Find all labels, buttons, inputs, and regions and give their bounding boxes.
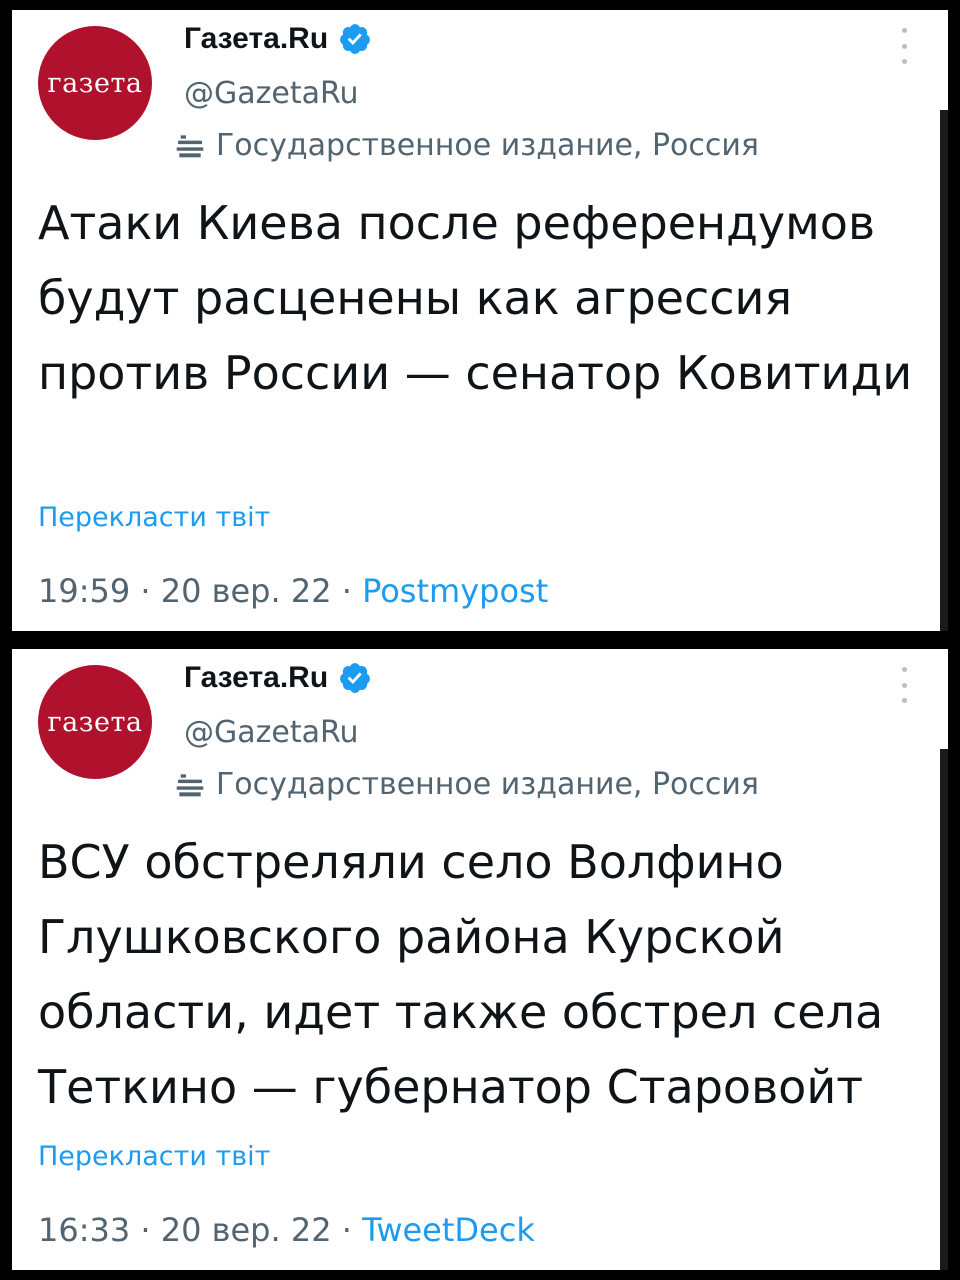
more-options-icon[interactable] (896, 28, 912, 64)
tweet-date[interactable]: 20 вер. 22 (161, 572, 332, 610)
author-handle[interactable]: @GazetaRu (184, 715, 359, 750)
translate-tweet-link[interactable]: Перекласти твіт (38, 1141, 270, 1172)
tweet-source-link[interactable]: TweetDeck (362, 1211, 535, 1249)
tweet-date[interactable]: 20 вер. 22 (161, 1211, 332, 1249)
author-name-row: Газета.Ru (184, 661, 372, 695)
meta-separator: · (140, 1211, 151, 1249)
government-building-icon (176, 134, 204, 157)
tweet-time[interactable]: 19:59 (38, 572, 130, 610)
scrollbar[interactable] (940, 749, 948, 1270)
avatar-logo-text: газета (47, 67, 143, 99)
verified-badge-icon (340, 663, 371, 693)
account-label: Государственное издание, Россия (174, 767, 759, 802)
tweet-meta: 16:33 · 20 вер. 22 · TweetDeck (38, 1211, 535, 1249)
author-name-row: Газета.Ru (184, 22, 372, 56)
avatar[interactable]: газета (38, 665, 152, 779)
more-options-icon[interactable] (896, 667, 912, 703)
account-label: Государственное издание, Россия (174, 128, 759, 163)
meta-separator: · (341, 1211, 352, 1249)
account-label-text: Государственное издание, Россия (216, 128, 759, 163)
tweet-time[interactable]: 16:33 (38, 1211, 130, 1249)
meta-separator: · (341, 572, 352, 610)
author-display-name[interactable]: Газета.Ru (184, 22, 328, 56)
tweet-meta: 19:59 · 20 вер. 22 · Postmypost (38, 572, 548, 610)
avatar[interactable]: газета (38, 26, 152, 140)
author-display-name[interactable]: Газета.Ru (184, 661, 328, 695)
scrollbar[interactable] (940, 110, 948, 631)
verified-badge-icon (340, 24, 371, 54)
meta-separator: · (140, 572, 151, 610)
tweet-card[interactable]: газета Газета.Ru @GazetaRu Государственн… (12, 649, 948, 1270)
tweet-text: ВСУ обстреляли село Волфино Глушковского… (38, 835, 884, 1114)
tweet-source-link[interactable]: Postmypost (362, 572, 548, 610)
avatar-logo-text: газета (47, 706, 143, 738)
author-handle[interactable]: @GazetaRu (184, 76, 359, 111)
government-building-icon (176, 773, 204, 796)
tweet-card[interactable]: газета Газета.Ru @GazetaRu Государственн… (12, 10, 948, 631)
translate-tweet-link[interactable]: Перекласти твіт (38, 502, 270, 533)
tweet-text: Атаки Киева после референдумов будут рас… (38, 196, 913, 400)
account-label-text: Государственное издание, Россия (216, 767, 759, 802)
